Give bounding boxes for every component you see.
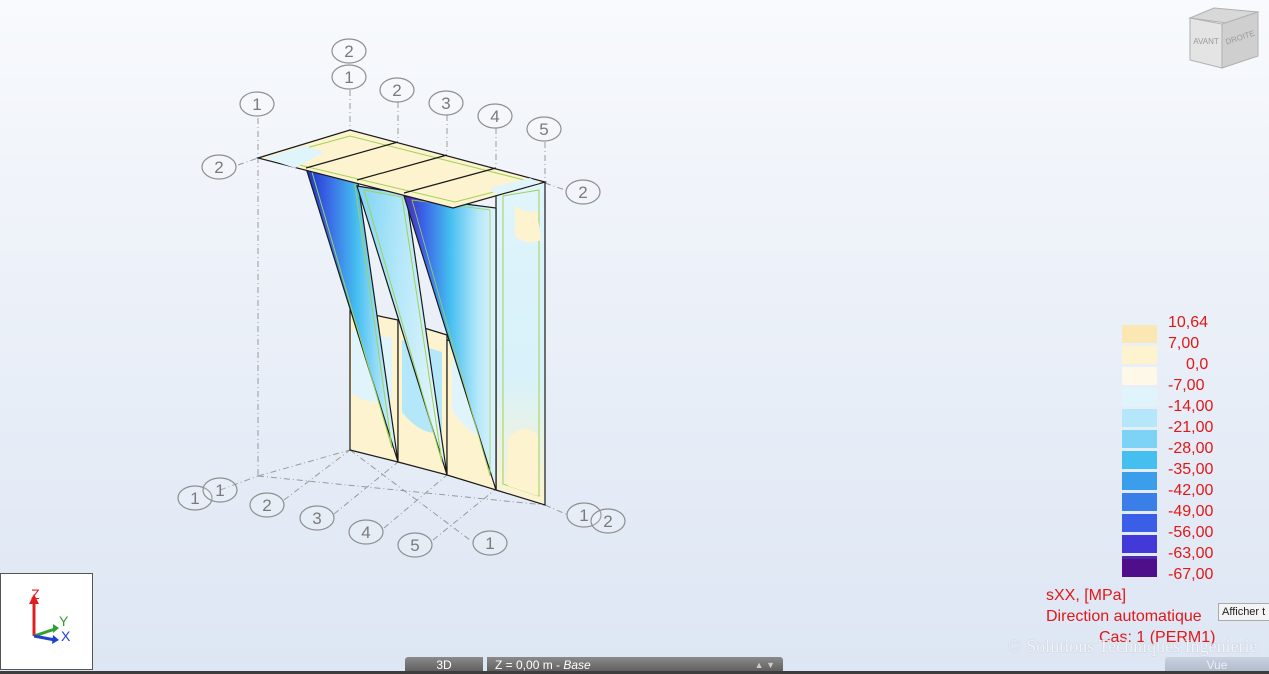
y-axis-arrow bbox=[33, 627, 56, 638]
work-plane-name: Base bbox=[563, 658, 591, 672]
svg-text:2: 2 bbox=[214, 158, 223, 177]
svg-text:5: 5 bbox=[410, 536, 419, 555]
z-axis-label: Z bbox=[31, 586, 40, 602]
svg-text:1: 1 bbox=[190, 489, 199, 508]
grid-bubble[interactable]: 1 bbox=[472, 530, 508, 556]
legend-swatch bbox=[1122, 514, 1157, 532]
svg-text:1: 1 bbox=[344, 68, 353, 87]
legend-value: -35,00 bbox=[1168, 461, 1214, 478]
svg-text:4: 4 bbox=[361, 523, 370, 542]
svg-text:1: 1 bbox=[485, 534, 494, 553]
svg-text:2: 2 bbox=[603, 512, 612, 531]
svg-text:2: 2 bbox=[392, 81, 401, 100]
grid-bubble[interactable]: 2 bbox=[331, 38, 367, 64]
svg-text:3: 3 bbox=[441, 94, 450, 113]
result-legend: 10,64 7,00 0,0 -7,00 -14,00 -21,00 -28,0… bbox=[1122, 314, 1232, 584]
legend-value: -7,00 bbox=[1168, 377, 1205, 394]
svg-text:1: 1 bbox=[579, 506, 588, 525]
grid-bubble[interactable]: 1 bbox=[202, 477, 238, 503]
svg-text:3: 3 bbox=[312, 509, 321, 528]
legend-value: 10,64 bbox=[1168, 314, 1209, 331]
view-cube-front-label: AVANT bbox=[1193, 37, 1219, 46]
grid-bubble[interactable]: 4 bbox=[477, 103, 513, 129]
legend-swatch bbox=[1122, 388, 1157, 406]
result-direction: Direction automatique bbox=[1046, 608, 1202, 625]
grid-bubble[interactable]: 1 bbox=[239, 91, 275, 117]
grid-bubble[interactable]: 5 bbox=[397, 532, 433, 558]
structure-model-svg[interactable]: 2 1 1 2 3 4 5 2 2 1 1 2 3 4 5 1 1 2 bbox=[0, 0, 1269, 674]
legend-swatch bbox=[1122, 430, 1157, 448]
legend-swatch bbox=[1122, 535, 1157, 553]
grid-bubble[interactable]: 2 bbox=[565, 179, 601, 205]
legend-swatch bbox=[1122, 325, 1157, 343]
svg-text:2: 2 bbox=[578, 183, 587, 202]
show-tooltip[interactable]: Afficher t bbox=[1218, 603, 1269, 621]
legend-swatch bbox=[1122, 493, 1157, 511]
legend-swatch bbox=[1122, 409, 1157, 427]
x-axis-label: X bbox=[61, 628, 71, 644]
back-wall-patch bbox=[508, 428, 538, 496]
legend-value: -14,00 bbox=[1168, 398, 1214, 415]
grid-bubble[interactable]: 2 bbox=[201, 154, 237, 180]
grid-bubble[interactable]: 5 bbox=[526, 116, 562, 142]
legend-value: 7,00 bbox=[1168, 335, 1200, 352]
y-axis-label: Y bbox=[59, 613, 69, 629]
legend-value: -63,00 bbox=[1168, 545, 1214, 562]
legend-value: -49,00 bbox=[1168, 503, 1214, 520]
view-cube[interactable]: AVANT DROITE bbox=[1184, 4, 1264, 74]
grid-bubble[interactable]: 1 bbox=[331, 64, 367, 90]
grid-bubble[interactable]: 2 bbox=[249, 492, 285, 518]
result-component: sXX, [MPa] bbox=[1046, 587, 1127, 604]
svg-text:1: 1 bbox=[215, 481, 224, 500]
legend-swatch bbox=[1122, 367, 1157, 385]
grid-bubble[interactable]: 4 bbox=[348, 519, 384, 545]
legend-value: -67,00 bbox=[1168, 566, 1214, 583]
x-axis-arrowhead bbox=[52, 635, 59, 644]
legend-value: -56,00 bbox=[1168, 524, 1214, 541]
legend-swatch bbox=[1122, 346, 1157, 364]
grid-bubbles-bottom: 1 1 2 3 4 5 1 1 2 bbox=[177, 477, 626, 558]
legend-value: -42,00 bbox=[1168, 482, 1214, 499]
work-plane-value: Z = 0,00 m - bbox=[495, 658, 564, 672]
model-viewport[interactable]: 2 1 1 2 3 4 5 2 2 1 1 2 3 4 5 1 1 2 bbox=[0, 0, 1269, 674]
grid-bubble[interactable]: 3 bbox=[428, 90, 464, 116]
legend-value: -28,00 bbox=[1168, 440, 1214, 457]
grid-bubble[interactable]: 2 bbox=[590, 508, 626, 534]
legend-swatch bbox=[1122, 559, 1157, 577]
x-axis-arrow bbox=[33, 634, 56, 642]
svg-text:2: 2 bbox=[262, 496, 271, 515]
legend-value: -21,00 bbox=[1168, 419, 1214, 436]
legend-value: 0,0 bbox=[1186, 356, 1209, 373]
legend-swatch bbox=[1122, 451, 1157, 469]
grid-bubble[interactable]: 3 bbox=[299, 505, 335, 531]
svg-text:5: 5 bbox=[539, 120, 548, 139]
legend-swatch bbox=[1122, 472, 1157, 490]
svg-text:1: 1 bbox=[252, 95, 261, 114]
svg-text:4: 4 bbox=[490, 107, 499, 126]
svg-text:2: 2 bbox=[344, 42, 353, 61]
grid-bubble[interactable]: 2 bbox=[379, 77, 415, 103]
